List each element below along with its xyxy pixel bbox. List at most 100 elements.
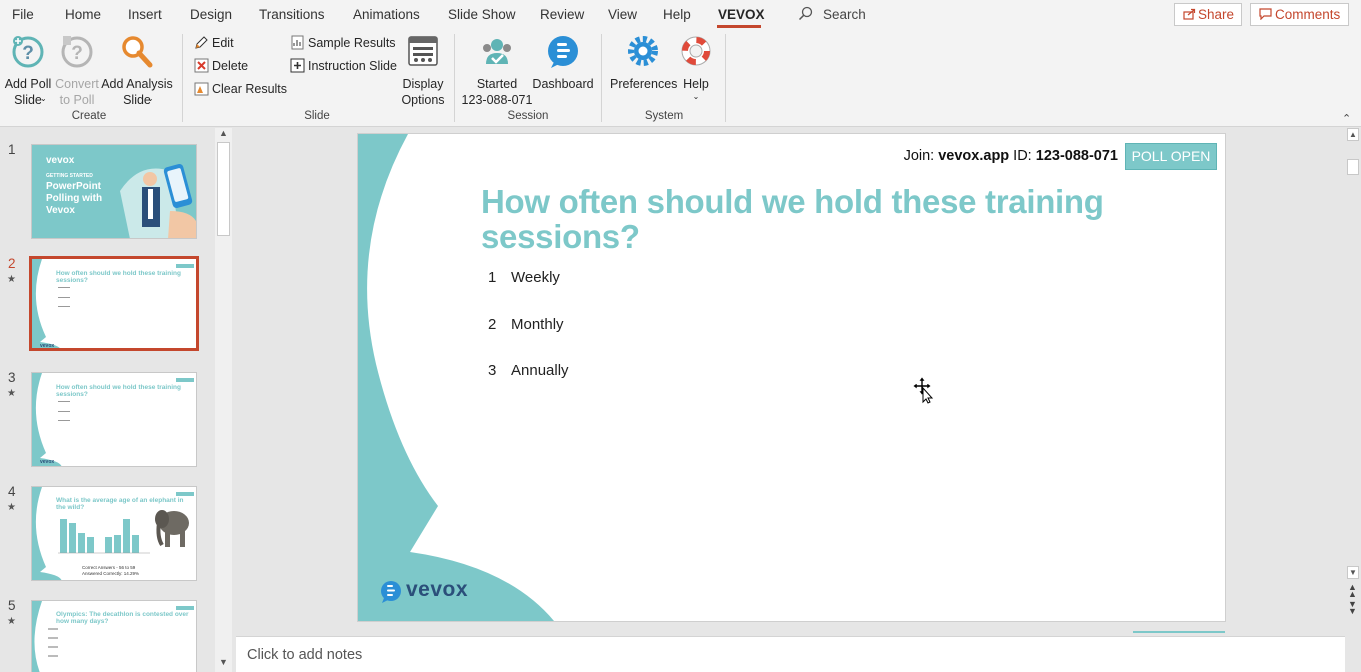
thumb-bar-chart xyxy=(58,519,150,554)
tab-view[interactable]: View xyxy=(608,7,637,22)
svg-text:?: ? xyxy=(22,43,34,64)
svg-text:?: ? xyxy=(71,43,83,64)
tab-design[interactable]: Design xyxy=(190,7,232,22)
option-label[interactable]: Monthly xyxy=(511,316,564,333)
tab-vevox[interactable]: VEVOX xyxy=(718,7,765,22)
scroll-up-icon[interactable]: ▲ xyxy=(1347,128,1359,141)
scroll-down-icon[interactable]: ▼ xyxy=(1347,566,1359,579)
clear-results-label: Clear Results xyxy=(212,82,288,96)
slide-number: 4 xyxy=(8,484,16,499)
slide-scrollbar[interactable]: ▲ ▼ ▲ ▲ ▼ ▼ xyxy=(1345,128,1361,617)
thumb-footer: Answered Correctly: 14.29% xyxy=(82,571,140,576)
group-label-session: Session xyxy=(507,110,549,122)
option-number: 2 xyxy=(488,316,497,333)
vevox-logo-icon xyxy=(548,36,578,68)
group-label-create: Create xyxy=(71,110,107,122)
poll-question[interactable]: How often should we hold these training … xyxy=(481,184,1181,254)
session-started-button[interactable]: Started 123-088-071 xyxy=(461,34,533,108)
clear-results-icon xyxy=(194,82,209,96)
tab-review[interactable]: Review xyxy=(540,7,584,22)
thumbnail-scrollbar[interactable]: ▲ ▼ xyxy=(215,128,232,672)
share-button[interactable]: Share xyxy=(1174,3,1242,26)
help-label: Help xyxy=(683,77,709,91)
display-options-button[interactable]: Display Options xyxy=(400,34,446,108)
slide-canvas[interactable]: vevox Join: vevox.app ID: 123-088-071 PO… xyxy=(358,134,1225,621)
search-icon xyxy=(798,6,813,21)
thumb-brand: vevox xyxy=(46,155,75,166)
chevron-down-icon: ⌄ xyxy=(40,94,47,103)
convert-poll-icon: ? xyxy=(61,36,93,68)
slide-number: 2 xyxy=(8,256,16,271)
scroll-up-icon[interactable]: ▲ xyxy=(219,128,228,138)
thumb-option-line xyxy=(58,420,70,421)
add-poll-slide-button[interactable]: ? Add Poll Slide ⌄ xyxy=(4,34,52,108)
previous-slide-icon[interactable]: ▲ ▲ xyxy=(1348,583,1357,599)
sample-results-button[interactable]: Sample Results xyxy=(290,34,396,52)
tab-insert[interactable]: Insert xyxy=(128,7,162,22)
search-label: Search xyxy=(823,7,866,22)
add-poll-icon: ? xyxy=(12,36,44,68)
preferences-label: Preferences xyxy=(610,77,678,91)
group-separator xyxy=(601,34,602,122)
ribbon: ? Add Poll Slide ⌄ ? Convert to Poll Add… xyxy=(0,30,1361,127)
join-prefix: Join: xyxy=(903,148,939,164)
edit-button[interactable]: Edit xyxy=(194,34,234,52)
search-box[interactable]: Search xyxy=(798,6,866,22)
instruction-slide-button[interactable]: Instruction Slide xyxy=(290,57,397,75)
lifebuoy-icon xyxy=(681,36,711,66)
tab-animations[interactable]: Animations xyxy=(353,7,420,22)
thumb-subtitle: GETTING STARTED xyxy=(46,173,93,179)
delete-button[interactable]: Delete xyxy=(194,57,248,75)
join-id-prefix: ID: xyxy=(1009,148,1036,164)
gear-icon xyxy=(628,36,658,66)
dashboard-button[interactable]: Dashboard xyxy=(532,34,594,92)
join-site: vevox.app xyxy=(938,148,1010,164)
display-options-label: Display Options xyxy=(401,77,445,107)
thumb-option-line xyxy=(58,411,70,412)
tab-file[interactable]: File xyxy=(12,7,34,22)
tab-slide-show[interactable]: Slide Show xyxy=(448,7,516,22)
thumb-option-line xyxy=(58,306,70,307)
svg-text:vevox: vevox xyxy=(40,459,54,465)
slide-number: 1 xyxy=(8,142,16,157)
tab-home[interactable]: Home xyxy=(65,7,101,22)
add-analysis-slide-button[interactable]: Add Analysis Slide ⌄ xyxy=(101,34,173,108)
users-icon xyxy=(483,39,511,64)
scroll-down-icon[interactable]: ▼ xyxy=(219,657,228,667)
notes-pane[interactable]: Click to add notes xyxy=(236,636,1345,672)
option-label[interactable]: Annually xyxy=(511,362,569,379)
slide-thumbnail-4[interactable]: What is the average age of an elephant i… xyxy=(31,486,197,581)
thumb-title: How often should we hold these training … xyxy=(56,384,181,398)
sample-results-icon xyxy=(291,35,304,50)
collapse-ribbon-icon[interactable]: ⌃ xyxy=(1342,112,1351,125)
slide-thumbnail-2[interactable]: vevox How often should we hold these tra… xyxy=(29,256,199,351)
menu-bar: File Home Insert Design Transitions Anim… xyxy=(0,0,1361,30)
preferences-button[interactable]: Preferences xyxy=(610,34,678,92)
animation-star-icon: ★ xyxy=(7,274,16,285)
comments-button[interactable]: Comments xyxy=(1250,3,1349,26)
poll-status-badge: POLL OPEN xyxy=(1125,143,1217,170)
slide-thumbnail-1[interactable]: vevox GETTING STARTED PowerPoint Polling… xyxy=(31,144,197,239)
option-label[interactable]: Weekly xyxy=(511,269,560,286)
join-instructions: Join: vevox.app ID: 123-088-071 xyxy=(904,148,1118,164)
scrollbar-thumb[interactable] xyxy=(1347,159,1359,175)
next-slide-icon[interactable]: ▼ ▼ xyxy=(1348,600,1357,616)
dashboard-label: Dashboard xyxy=(532,77,594,91)
convert-to-poll-button[interactable]: ? Convert to Poll xyxy=(54,34,100,108)
group-label-system: System xyxy=(644,110,684,122)
move-cursor-icon xyxy=(912,376,934,404)
slide-thumbnail-3[interactable]: vevox How often should we hold these tra… xyxy=(31,372,197,467)
group-separator xyxy=(454,34,455,122)
tab-transitions[interactable]: Transitions xyxy=(259,7,325,22)
vevox-logo-icon xyxy=(381,581,401,603)
option-number: 1 xyxy=(488,269,497,286)
svg-text:vevox: vevox xyxy=(40,343,54,349)
join-id: 123-088-071 xyxy=(1035,148,1118,164)
clear-results-button[interactable]: Clear Results xyxy=(194,80,287,98)
slide-thumbnail-5[interactable]: Olympics: The decathlon is contested ove… xyxy=(31,600,197,672)
magnifier-icon xyxy=(122,36,153,68)
help-button[interactable]: Help ⌄ xyxy=(676,34,716,102)
scrollbar-thumb[interactable] xyxy=(217,142,230,236)
thumb-option-line xyxy=(58,287,70,288)
tab-help[interactable]: Help xyxy=(663,7,691,22)
